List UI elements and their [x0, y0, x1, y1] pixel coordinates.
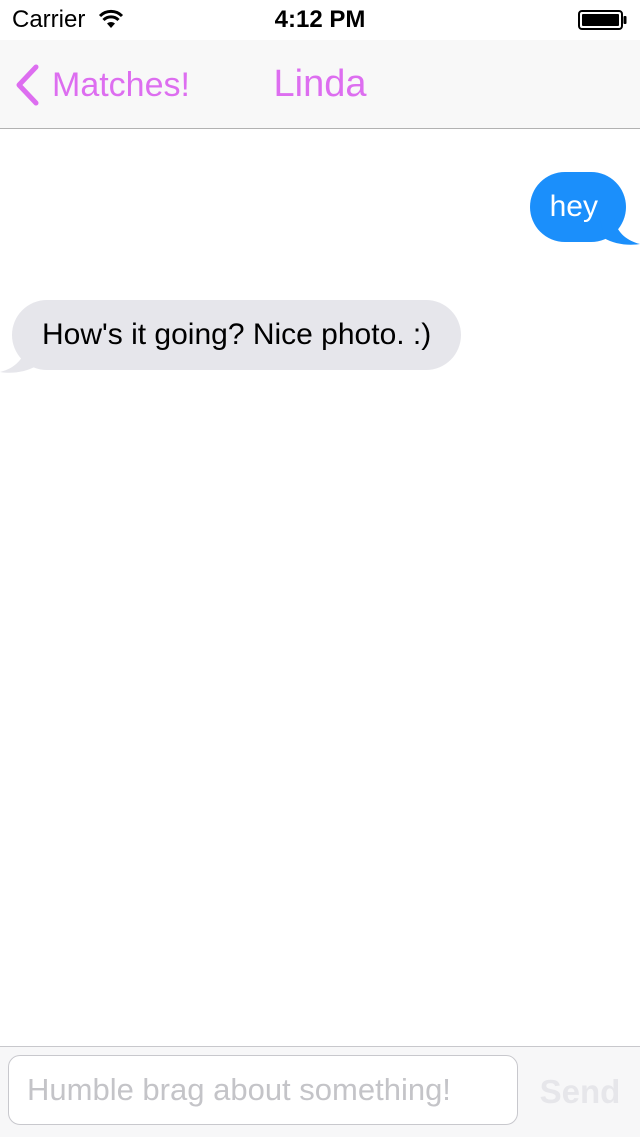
- battery-icon: [578, 10, 627, 30]
- page-title: Linda: [273, 63, 367, 105]
- message-composer: Send: [0, 1046, 640, 1137]
- status-bar: Carrier 4:12 PM: [0, 0, 640, 40]
- incoming-bubble-tail: [0, 346, 40, 373]
- send-button[interactable]: Send: [530, 1057, 630, 1127]
- incoming-message-bubble: How's it going? Nice photo. :): [12, 300, 462, 370]
- message-list[interactable]: hey How's it going? Nice photo. :): [0, 129, 640, 1046]
- status-time: 4:12 PM: [274, 6, 366, 33]
- message-input[interactable]: [8, 1055, 518, 1125]
- navigation-bar: Matches! Linda: [0, 40, 640, 129]
- outgoing-bubble-tail: [600, 218, 640, 245]
